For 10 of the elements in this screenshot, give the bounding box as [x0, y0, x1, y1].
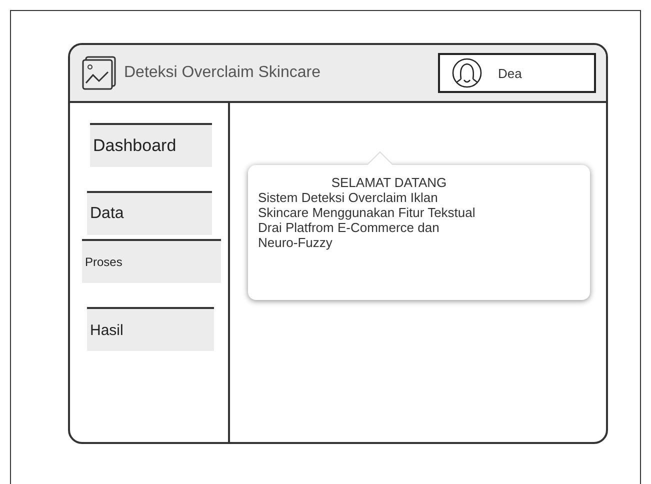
sidebar-item[interactable]: Hasil — [87, 307, 214, 351]
welcome-heading: SELAMAT DATANG — [330, 175, 448, 190]
user-box[interactable]: Dea — [438, 53, 596, 93]
app-title: Deteksi Overclaim Skincare — [124, 64, 320, 82]
user-icon — [452, 57, 482, 89]
sidebar-item[interactable]: Proses — [82, 239, 221, 283]
image-icon — [82, 56, 116, 90]
sidebar-item[interactable]: Data — [87, 191, 212, 235]
welcome-message: Sistem Deteksi Overclaim Iklan Skincare Menggunakan Fitur Tekstual Drai Platfrom E-Commerce dan Neuro-Fuzzy — [258, 190, 476, 250]
sidebar-item[interactable]: Dashboard — [90, 123, 212, 167]
